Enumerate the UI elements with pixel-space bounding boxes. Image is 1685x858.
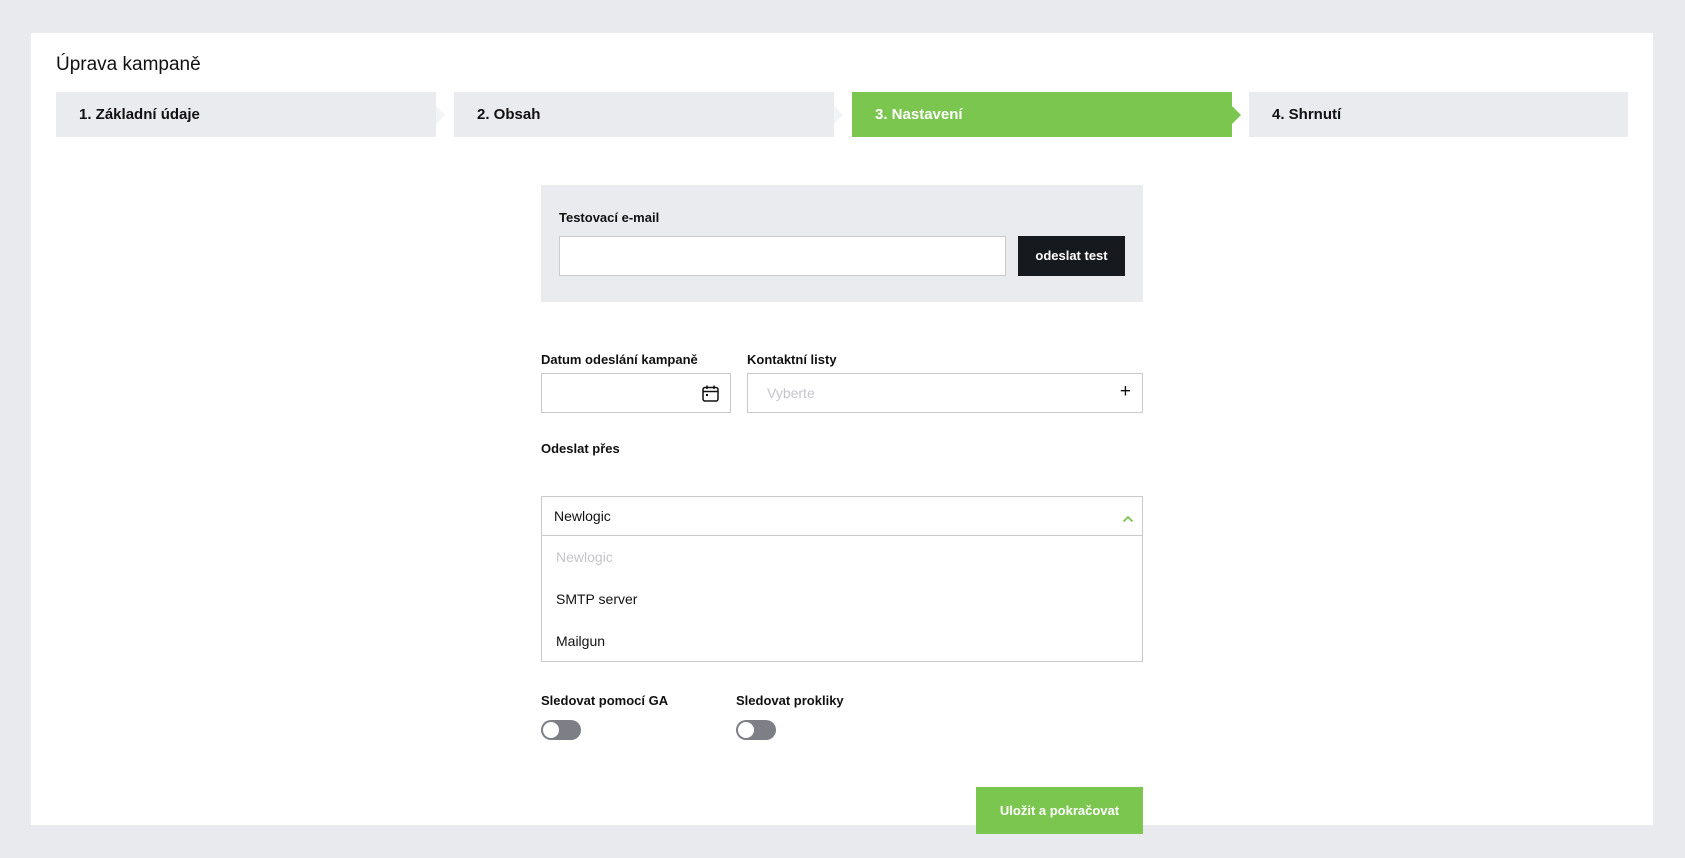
contact-lists-input[interactable]: Vyberte +: [747, 373, 1143, 413]
calendar-icon[interactable]: [702, 385, 719, 407]
wizard-steps: 1. Základní údaje 2. Obsah 3. Nastavení …: [56, 92, 1628, 137]
send-via-select[interactable]: Newlogic: [541, 496, 1143, 536]
send-date-input[interactable]: [541, 373, 731, 413]
step-label: 2. Obsah: [477, 106, 541, 123]
step-content[interactable]: 2. Obsah: [454, 92, 843, 137]
test-email-label: Testovací e-mail: [559, 210, 660, 225]
step-settings[interactable]: 3. Nastavení: [852, 92, 1241, 137]
step-arrow: [834, 105, 843, 124]
step-label: 1. Základní údaje: [79, 106, 200, 123]
plus-icon[interactable]: +: [1120, 381, 1131, 403]
step-arrow: [436, 105, 445, 124]
save-and-continue-button[interactable]: Uložit a pokračovat: [976, 787, 1143, 834]
step-basic-info[interactable]: 1. Základní údaje: [56, 92, 445, 137]
test-email-input[interactable]: [559, 236, 1006, 276]
option-mailgun[interactable]: Mailgun: [556, 633, 605, 649]
send-via-dropdown: Newlogic SMTP server Mailgun: [541, 535, 1143, 662]
toggle-knob: [543, 722, 559, 738]
option-newlogic[interactable]: Newlogic: [556, 549, 613, 565]
click-tracking-label: Sledovat prokliky: [736, 693, 844, 708]
step-label: 4. Shrnutí: [1272, 106, 1342, 123]
send-test-button[interactable]: odeslat test: [1018, 236, 1125, 276]
step-arrow: [1232, 105, 1241, 124]
page-title: Úprava kampaně: [56, 54, 201, 75]
chevron-up-icon: [1122, 510, 1134, 528]
step-summary[interactable]: 4. Shrnutí: [1249, 92, 1628, 137]
option-smtp-server[interactable]: SMTP server: [556, 591, 637, 607]
send-via-label: Odeslat přes: [541, 441, 620, 456]
send-via-selected: Newlogic: [554, 508, 611, 524]
contact-lists-placeholder: Vyberte: [767, 385, 815, 401]
click-tracking-toggle[interactable]: [736, 720, 776, 740]
toggle-knob: [738, 722, 754, 738]
contact-lists-label: Kontaktní listy: [747, 352, 837, 367]
step-label: 3. Nastavení: [875, 106, 963, 123]
campaign-edit-card: Úprava kampaně 1. Základní údaje 2. Obsa…: [31, 33, 1653, 834]
ga-tracking-toggle[interactable]: [541, 720, 581, 740]
ga-tracking-label: Sledovat pomocí GA: [541, 693, 669, 708]
send-date-label: Datum odeslání kampaně: [541, 352, 698, 367]
test-email-panel: Testovací e-mail odeslat test: [541, 185, 1143, 302]
